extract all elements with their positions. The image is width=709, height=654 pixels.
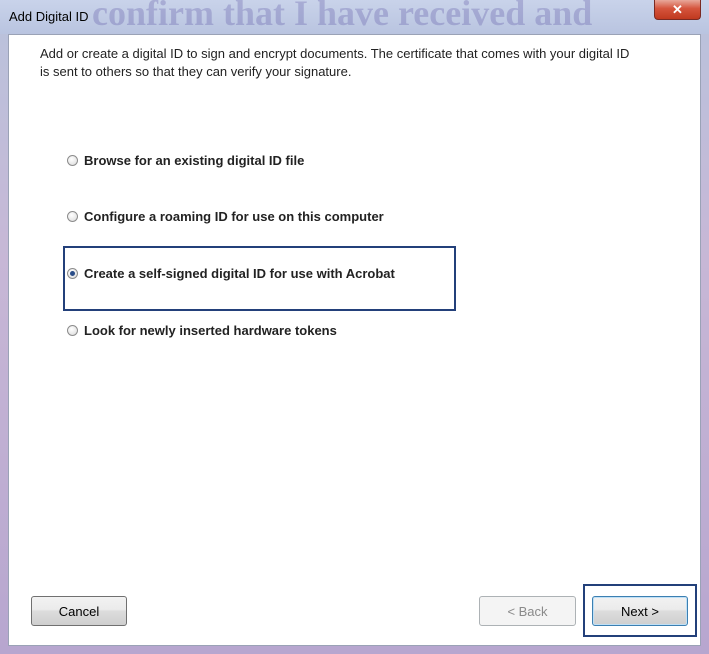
window-title: Add Digital ID	[9, 9, 89, 24]
cancel-button[interactable]: Cancel	[31, 596, 127, 626]
option-label: Look for newly inserted hardware tokens	[84, 322, 337, 338]
radio-roaming[interactable]	[67, 210, 78, 222]
option-label: Browse for an existing digital ID file	[84, 152, 305, 168]
radio-browse[interactable]	[67, 154, 78, 166]
option-configure-roaming-id[interactable]: Configure a roaming ID for use on this c…	[67, 206, 384, 226]
next-button-highlight	[583, 584, 697, 637]
option-browse-existing-id[interactable]: Browse for an existing digital ID file	[67, 150, 304, 170]
dialog-window: confirm that I have received and Add Dig…	[0, 0, 709, 654]
dialog-description: Add or create a digital ID to sign and e…	[40, 46, 630, 79]
close-button[interactable]: ✕	[654, 0, 701, 20]
background-document-text: confirm that I have received and	[92, 0, 593, 33]
title-bar[interactable]: confirm that I have received and Add Dig…	[0, 0, 709, 34]
radio-hardware-tokens[interactable]	[67, 324, 78, 336]
back-button[interactable]: < Back	[479, 596, 576, 626]
option-label: Configure a roaming ID for use on this c…	[84, 208, 384, 224]
option-hardware-tokens[interactable]: Look for newly inserted hardware tokens	[67, 320, 337, 340]
close-icon: ✕	[672, 1, 683, 17]
selected-option-highlight	[63, 246, 456, 311]
dialog-content	[8, 34, 701, 646]
